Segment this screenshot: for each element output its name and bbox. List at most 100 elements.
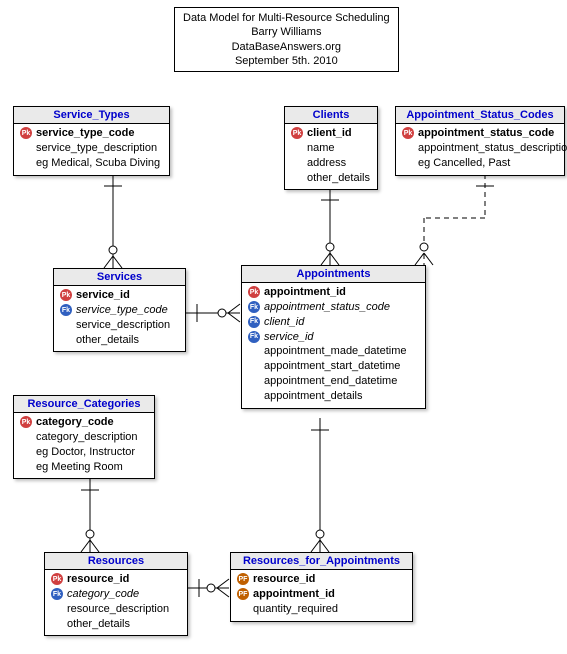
entity-body: PFresource_idPFappointment_idquantity_re… [231, 570, 412, 621]
entity-body: Pkcategory_codecategory_descriptioneg Do… [14, 413, 154, 478]
attribute-row: appointment_made_datetime [246, 344, 421, 359]
attribute-row: Fkcategory_code [49, 587, 183, 602]
key-spacer [246, 390, 262, 402]
pk-key-icon: Pk [400, 127, 416, 139]
attribute-row: Fkservice_type_code [58, 303, 181, 318]
pk-key-icon: Pk [49, 573, 65, 585]
title-line-3: DataBaseAnswers.org [183, 40, 390, 54]
attribute-name: eg Cancelled, Past [418, 156, 510, 171]
entity-services: Services Pkservice_idFkservice_type_code… [53, 268, 186, 352]
entity-resources-for-appointments: Resources_for_Appointments PFresource_id… [230, 552, 413, 622]
attribute-name: appointment_status_code [264, 300, 390, 315]
attribute-name: resource_description [67, 602, 169, 617]
fk-key-icon: Fk [246, 331, 262, 343]
key-spacer [58, 334, 74, 346]
key-spacer [289, 157, 305, 169]
attribute-row: resource_description [49, 602, 183, 617]
attribute-row: appointment_details [246, 389, 421, 404]
pf-key-icon: PF [235, 588, 251, 600]
key-spacer [18, 431, 34, 443]
key-spacer [246, 346, 262, 358]
attribute-row: other_details [49, 617, 183, 632]
attribute-name: other_details [67, 617, 130, 632]
entity-header: Appointments [242, 266, 425, 283]
attribute-name: appointment_id [253, 587, 335, 602]
attribute-row: service_type_description [18, 141, 165, 156]
entity-header: Service_Types [14, 107, 169, 124]
key-spacer [289, 172, 305, 184]
entity-body: Pkappointment_idFkappointment_status_cod… [242, 283, 425, 408]
attribute-name: category_code [36, 415, 114, 430]
key-spacer [246, 375, 262, 387]
attribute-row: name [289, 141, 373, 156]
key-spacer [235, 603, 251, 615]
key-spacer [18, 461, 34, 473]
entity-appointments: Appointments Pkappointment_idFkappointme… [241, 265, 426, 409]
key-spacer [246, 361, 262, 373]
attribute-row: Pkcategory_code [18, 415, 150, 430]
entity-body: Pkclient_idnameaddressother_details [285, 124, 377, 189]
key-spacer [18, 446, 34, 458]
attribute-row: service_description [58, 318, 181, 333]
attribute-name: eg Medical, Scuba Diving [36, 156, 160, 171]
attribute-row: eg Medical, Scuba Diving [18, 156, 165, 171]
attribute-row: eg Cancelled, Past [400, 156, 560, 171]
attribute-name: service_id [76, 288, 130, 303]
entity-body: Pkresource_idFkcategory_coderesource_des… [45, 570, 187, 635]
pk-key-icon: Pk [246, 286, 262, 298]
attribute-row: PFappointment_id [235, 587, 408, 602]
attribute-row: Pkservice_type_code [18, 126, 165, 141]
pk-key-icon: Pk [18, 127, 34, 139]
attribute-name: service_id [264, 330, 314, 345]
attribute-name: appointment_status_code [418, 126, 554, 141]
attribute-row: other_details [58, 333, 181, 348]
attribute-name: other_details [307, 171, 370, 186]
entity-header: Resources_for_Appointments [231, 553, 412, 570]
entity-resource-categories: Resource_Categories Pkcategory_codecateg… [13, 395, 155, 479]
attribute-name: resource_id [67, 572, 129, 587]
entity-body: Pkservice_idFkservice_type_codeservice_d… [54, 286, 185, 351]
entity-appointment-status-codes: Appointment_Status_Codes Pkappointment_s… [395, 106, 565, 176]
entity-header: Services [54, 269, 185, 286]
entity-header: Appointment_Status_Codes [396, 107, 564, 124]
title-line-4: September 5th. 2010 [183, 54, 390, 68]
attribute-name: appointment_made_datetime [264, 344, 406, 359]
pk-key-icon: Pk [289, 127, 305, 139]
entity-body: Pkappointment_status_codeappointment_sta… [396, 124, 564, 175]
attribute-name: client_id [307, 126, 352, 141]
attribute-name: appointment_end_datetime [264, 374, 397, 389]
key-spacer [58, 319, 74, 331]
attribute-name: name [307, 141, 335, 156]
pk-key-icon: Pk [58, 289, 74, 301]
attribute-name: other_details [76, 333, 139, 348]
entity-header: Resources [45, 553, 187, 570]
attribute-name: address [307, 156, 346, 171]
attribute-name: quantity_required [253, 602, 338, 617]
attribute-row: Pkappointment_status_code [400, 126, 560, 141]
fk-key-icon: Fk [58, 304, 74, 316]
attribute-name: service_type_code [36, 126, 134, 141]
attribute-row: category_description [18, 430, 150, 445]
attribute-name: appointment_id [264, 285, 346, 300]
attribute-name: client_id [264, 315, 304, 330]
entity-resources: Resources Pkresource_idFkcategory_codere… [44, 552, 188, 636]
entity-clients: Clients Pkclient_idnameaddressother_deta… [284, 106, 378, 190]
fk-key-icon: Fk [246, 316, 262, 328]
key-spacer [49, 618, 65, 630]
attribute-row: appointment_start_datetime [246, 359, 421, 374]
attribute-name: eg Meeting Room [36, 460, 123, 475]
key-spacer [18, 142, 34, 154]
key-spacer [18, 157, 34, 169]
attribute-name: appointment_status_description [418, 141, 567, 156]
attribute-name: appointment_details [264, 389, 362, 404]
attribute-name: category_description [36, 430, 138, 445]
attribute-row: Fkappointment_status_code [246, 300, 421, 315]
entity-header: Resource_Categories [14, 396, 154, 413]
attribute-row: Pkclient_id [289, 126, 373, 141]
key-spacer [400, 142, 416, 154]
attribute-name: category_code [67, 587, 139, 602]
attribute-row: eg Doctor, Instructor [18, 445, 150, 460]
attribute-row: other_details [289, 171, 373, 186]
attribute-row: address [289, 156, 373, 171]
key-spacer [49, 603, 65, 615]
